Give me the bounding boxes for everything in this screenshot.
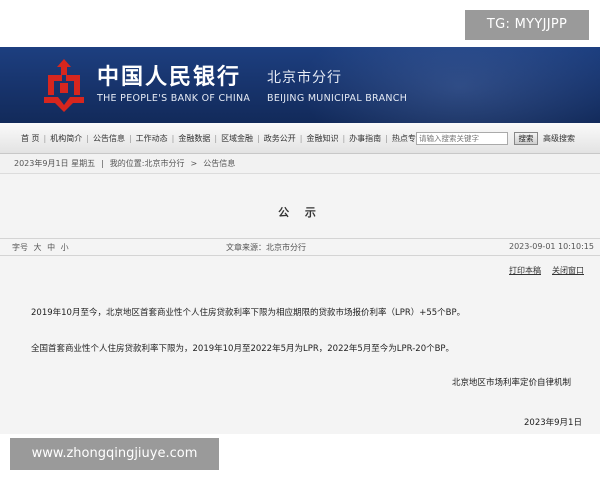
breadcrumb: 2023年9月1日 星期五 | 我的位置:北京市分行 > 公告信息: [0, 154, 600, 174]
font-size-medium[interactable]: 中: [47, 243, 58, 252]
nav-item-regional-finance[interactable]: 区域金融: [218, 133, 256, 144]
nav-item-about[interactable]: 机构简介: [47, 133, 85, 144]
current-date: 2023年9月1日 星期五: [14, 159, 96, 168]
branch-name-en: BEIJING MUNICIPAL BRANCH: [267, 93, 408, 104]
article-signature: 北京地区市场利率定价自律机制: [452, 378, 572, 388]
nav-item-notices[interactable]: 公告信息: [90, 133, 128, 144]
watermark-top: TG: MYYJJPP: [465, 10, 589, 40]
article-datetime: 2023-09-01 10:10:15: [509, 242, 594, 251]
font-size-large[interactable]: 大: [34, 243, 45, 252]
breadcrumb-location[interactable]: 我的位置:北京市分行: [110, 158, 185, 169]
font-size-control: 字号 大 中 小: [12, 242, 72, 253]
nav-item-service-guide[interactable]: 办事指南: [346, 133, 384, 144]
pboc-logo-icon: [44, 59, 84, 112]
article-content: 公 示 字号 大 中 小 文章来源：北京市分行 2023-09-01 10:10…: [0, 174, 600, 434]
nav-item-financial-data[interactable]: 金融数据: [175, 133, 213, 144]
search-button[interactable]: 搜索: [514, 132, 538, 145]
nav-item-gov-affairs[interactable]: 政务公开: [261, 133, 299, 144]
nav-item-financial-knowledge[interactable]: 金融知识: [303, 133, 341, 144]
breadcrumb-separator: |: [101, 159, 104, 168]
close-window-link[interactable]: 关闭窗口: [552, 265, 584, 276]
header-banner: 中国人民银行 北京市分行 THE PEOPLE'S BANK OF CHINA …: [0, 47, 600, 123]
nav-item-work-news[interactable]: 工作动态: [133, 133, 171, 144]
font-size-label: 字号: [12, 243, 28, 252]
breadcrumb-current[interactable]: 公告信息: [203, 158, 235, 169]
article-paragraph-1: 2019年10月至今，北京地区首套商业性个人住房贷款利率下限为相应期限的贷款市场…: [31, 308, 466, 318]
article-source: 文章来源：北京市分行: [226, 243, 306, 252]
bank-name-en: THE PEOPLE'S BANK OF CHINA: [97, 93, 251, 104]
advanced-search-link[interactable]: 高级搜索: [543, 133, 575, 144]
font-size-small[interactable]: 小: [61, 243, 72, 252]
main-nav: 首 页 | 机构简介 | 公告信息 | 工作动态 | 金融数据 | 区域金融 |…: [0, 123, 600, 154]
bank-name-cn: 中国人民银行: [97, 64, 242, 90]
branch-name-cn: 北京市分行: [267, 70, 342, 86]
article-paragraph-2: 全国首套商业性个人住房贷款利率下限为，2019年10月至2022年5月为LPR，…: [31, 344, 455, 354]
article-info-bar: 字号 大 中 小 文章来源：北京市分行 2023-09-01 10:10:15: [0, 238, 600, 256]
nav-item-home[interactable]: 首 页: [18, 133, 43, 144]
page-title: 公 示: [278, 206, 322, 219]
print-link[interactable]: 打印本稿: [509, 265, 541, 276]
watermark-bottom: www.zhongqingjiuye.com: [10, 438, 219, 470]
article-sign-date: 2023年9月1日: [524, 418, 582, 428]
chevron-right-icon: >: [190, 159, 198, 168]
nav-items: 首 页 | 机构简介 | 公告信息 | 工作动态 | 金融数据 | 区域金融 |…: [18, 123, 427, 154]
search-input[interactable]: [416, 132, 508, 145]
